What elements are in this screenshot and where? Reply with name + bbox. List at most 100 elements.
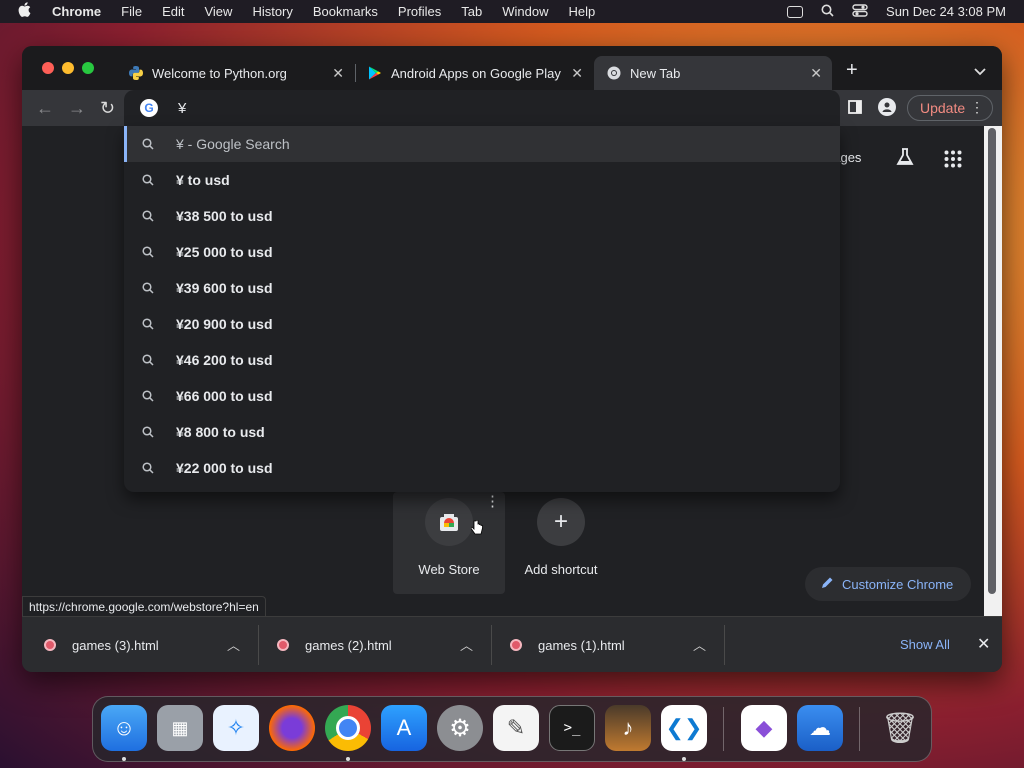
menu-help[interactable]: Help	[569, 4, 596, 19]
zoom-window-button[interactable]	[82, 62, 94, 74]
suggestion-text: ¥20 900 to usd	[176, 316, 273, 332]
html-file-icon	[44, 639, 56, 651]
close-tab-icon[interactable]: ✕	[810, 65, 822, 82]
suggestion-item[interactable]: ¥20 900 to usd	[124, 306, 840, 342]
menu-edit[interactable]: Edit	[162, 4, 184, 19]
download-filename: games (2).html	[305, 637, 392, 653]
menu-bar: Chrome File Edit View History Bookmarks …	[0, 0, 1024, 23]
menu-bookmarks[interactable]: Bookmarks	[313, 4, 378, 19]
download-item[interactable]: games (1).html ︿	[510, 617, 706, 672]
visual-studio-icon[interactable]: ◆	[741, 705, 787, 751]
chevron-up-icon[interactable]: ︿	[693, 635, 706, 654]
html-file-icon	[510, 639, 522, 651]
terminal-icon[interactable]: >_	[549, 705, 595, 751]
search-icon	[142, 426, 156, 438]
clock[interactable]: Sun Dec 24 3:08 PM	[886, 4, 1006, 19]
menu-tab[interactable]: Tab	[461, 4, 482, 19]
menu-profiles[interactable]: Profiles	[398, 4, 441, 19]
suggestion-item[interactable]: ¥8 800 to usd	[124, 414, 840, 450]
suggestion-item[interactable]: ¥22 000 to usd	[124, 450, 840, 486]
more-menu-icon[interactable]: ⋮	[970, 99, 984, 116]
menu-history[interactable]: History	[252, 4, 292, 19]
tab-new-tab[interactable]: New Tab ✕	[594, 56, 832, 90]
apple-icon[interactable]	[10, 2, 38, 21]
dock: ☺ ▦ ✧ A ⚙ ✎ >_ ♪ ❮❯ ◆ ☁ 🗑	[92, 696, 932, 762]
shortcut-more-icon[interactable]: ⋮	[485, 492, 500, 510]
status-bubble-url: https://chrome.google.com/webstore?hl=en	[22, 596, 266, 618]
suggestion-item[interactable]: ¥ to usd	[124, 162, 840, 198]
tab-search-chevron-icon[interactable]	[974, 63, 986, 81]
download-item[interactable]: games (2).html ︿	[277, 617, 473, 672]
customize-chrome-button[interactable]: Customize Chrome	[805, 567, 971, 601]
menu-file[interactable]: File	[121, 4, 142, 19]
suggestion-item[interactable]: ¥39 600 to usd	[124, 270, 840, 306]
search-icon	[142, 282, 156, 294]
textedit-icon[interactable]: ✎	[493, 705, 539, 751]
close-download-shelf-icon[interactable]: ✕	[977, 634, 990, 654]
suggestion-text: ¥25 000 to usd	[176, 244, 273, 260]
dock-divider	[723, 707, 724, 751]
google-play-icon	[367, 65, 383, 81]
suggestion-item[interactable]: ¥46 200 to usd	[124, 342, 840, 378]
chevron-up-icon[interactable]: ︿	[227, 635, 240, 654]
tab-python[interactable]: Welcome to Python.org ✕	[116, 56, 354, 90]
back-icon[interactable]: ←	[36, 98, 54, 119]
chrome-dock-icon[interactable]	[325, 705, 371, 751]
labs-flask-icon[interactable]	[895, 147, 915, 172]
launchpad-icon[interactable]: ▦	[157, 705, 203, 751]
update-button[interactable]: Update ⋮	[907, 95, 993, 121]
menu-app-chrome[interactable]: Chrome	[52, 4, 101, 19]
running-indicator	[122, 757, 126, 761]
suggestion-text: ¥ to usd	[176, 172, 230, 188]
omnibox-input[interactable]: ¥	[178, 100, 186, 117]
finder-icon[interactable]: ☺	[101, 705, 147, 751]
suggestion-text: ¥ - Google Search	[176, 136, 290, 152]
google-apps-grid-icon[interactable]	[944, 150, 962, 173]
screen-mirroring-icon[interactable]	[787, 5, 804, 18]
reload-icon[interactable]: ↻	[100, 98, 115, 119]
download-item[interactable]: games (3).html ︿	[44, 617, 240, 672]
web-store-icon	[425, 498, 473, 546]
forward-icon[interactable]: →	[68, 98, 86, 119]
profile-avatar-icon[interactable]	[878, 98, 896, 116]
system-settings-icon[interactable]: ⚙	[437, 705, 483, 751]
spotlight-search-icon[interactable]	[821, 4, 834, 20]
close-tab-icon[interactable]: ✕	[571, 65, 583, 82]
minimize-window-button[interactable]	[62, 62, 74, 74]
firefox-icon[interactable]	[269, 705, 315, 751]
chevron-up-icon[interactable]: ︿	[460, 635, 473, 654]
shortcut-label: Add shortcut	[524, 562, 598, 577]
shortcut-web-store[interactable]: ⋮ Web Store	[393, 492, 505, 594]
safari-icon[interactable]: ✧	[213, 705, 259, 751]
omnibox[interactable]: G ¥	[124, 90, 840, 126]
download-shelf: games (3).html ︿ games (2).html ︿ games …	[22, 616, 1002, 672]
garageband-icon[interactable]: ♪	[605, 705, 651, 751]
suggestion-text: ¥66 000 to usd	[176, 388, 273, 404]
shortcut-add[interactable]: + Add shortcut	[505, 492, 617, 594]
menu-window[interactable]: Window	[502, 4, 548, 19]
suggestion-item[interactable]: ¥25 000 to usd	[124, 234, 840, 270]
vscode-icon[interactable]: ❮❯	[661, 705, 707, 751]
search-icon	[142, 462, 156, 474]
suggestion-item[interactable]: ¥38 500 to usd	[124, 198, 840, 234]
divider	[258, 625, 259, 665]
app-store-icon[interactable]: A	[381, 705, 427, 751]
weather-icon[interactable]: ☁	[797, 705, 843, 751]
search-icon	[142, 318, 156, 330]
close-window-button[interactable]	[42, 62, 54, 74]
suggestion-item[interactable]: ¥ - Google Search	[124, 126, 840, 162]
divider	[491, 625, 492, 665]
trash-icon[interactable]: 🗑	[877, 705, 923, 751]
tab-google-play[interactable]: Android Apps on Google Play ✕	[355, 56, 593, 90]
close-tab-icon[interactable]: ✕	[332, 65, 344, 82]
python-icon	[128, 65, 144, 81]
show-all-downloads-button[interactable]: Show All	[900, 637, 950, 652]
chrome-icon	[606, 65, 622, 81]
menu-view[interactable]: View	[204, 4, 232, 19]
suggestion-item[interactable]: ¥66 000 to usd	[124, 378, 840, 414]
control-center-icon[interactable]	[852, 3, 868, 20]
new-tab-plus-icon[interactable]: +	[846, 59, 858, 82]
side-panel-icon[interactable]	[848, 100, 862, 119]
pencil-icon	[821, 576, 834, 592]
scrollbar-thumb[interactable]	[988, 128, 996, 594]
